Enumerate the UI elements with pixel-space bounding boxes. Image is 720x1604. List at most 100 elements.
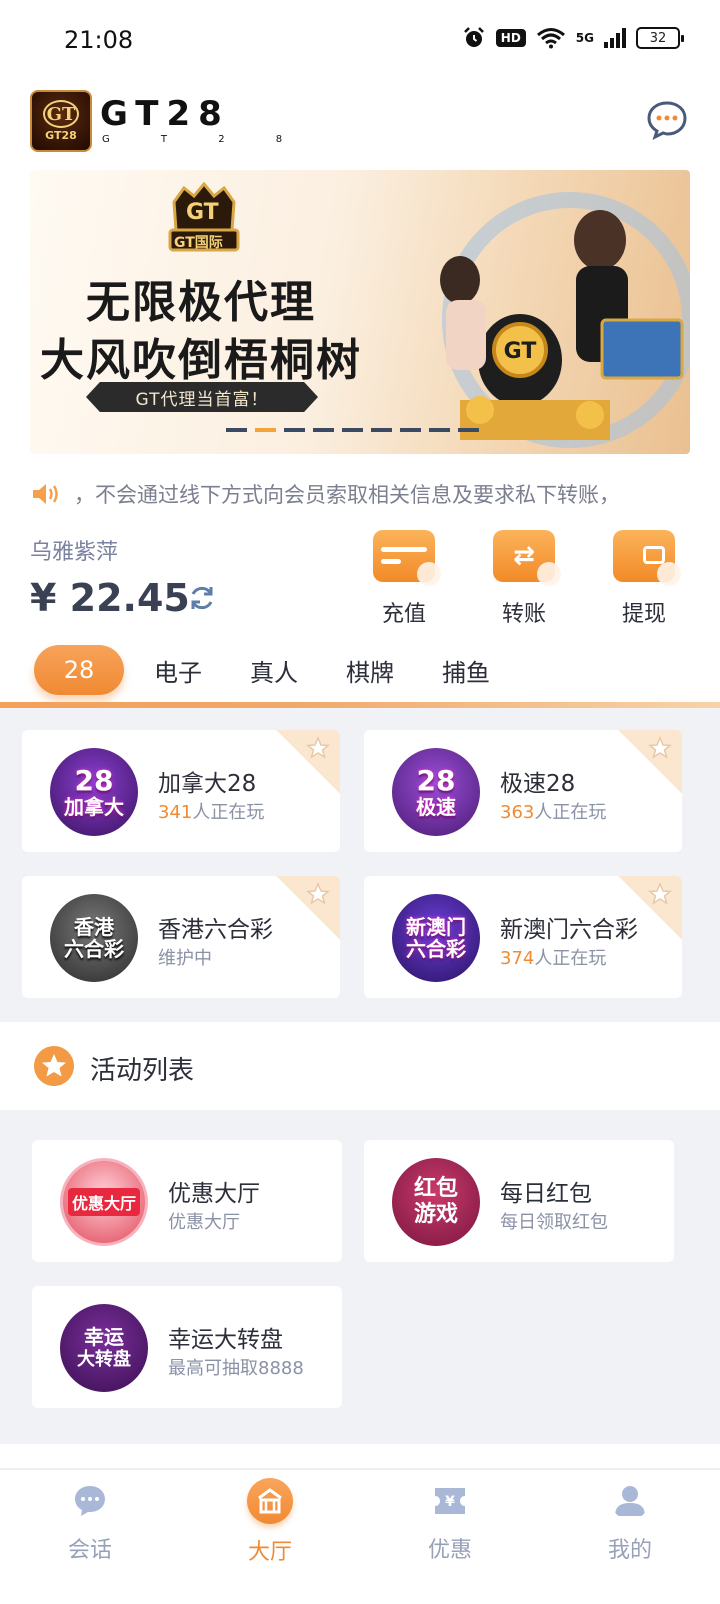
avatar-text: 红包 (413, 1176, 458, 1201)
avatar-text: 游戏 (413, 1202, 458, 1227)
nav-chat[interactable]: 会话 (0, 1470, 180, 1604)
hd-icon: HD (495, 29, 526, 47)
activity-card-red-packet[interactable]: 红包 游戏 每日红包 每日领取红包 (364, 1140, 674, 1262)
bottom-navigation: 会话 大厅 ¥ 优惠 我的 (0, 1468, 720, 1604)
avatar-text: 大转盘 (77, 1349, 131, 1370)
hall-icon (247, 1478, 293, 1524)
nav-promotions[interactable]: ¥ 优惠 (360, 1470, 540, 1604)
tab-live[interactable]: 真人 (250, 653, 298, 688)
nav-label: 我的 (607, 1538, 652, 1563)
crest-sub-text: GT国际 (174, 235, 223, 251)
nav-hall[interactable]: 大厅 (180, 1470, 360, 1604)
logo-gt: GT (43, 100, 79, 128)
game-list: 28 加拿大 加拿大28 341人正在玩 28 极速 极速28 363人正在玩 … (0, 708, 720, 1022)
avatar-text: 幸运 (84, 1325, 124, 1349)
status-icons: HD 5G 32 (462, 26, 684, 50)
banner-headline-1: 无限极代理 (86, 277, 316, 328)
player-count: 374 (500, 948, 535, 969)
banner-dot[interactable] (342, 428, 363, 432)
banner-dot[interactable] (458, 428, 479, 432)
withdraw-button[interactable]: 提现 (584, 530, 704, 628)
game-status: 维护中 (158, 948, 212, 969)
brand-subtitle: G T 2 8 (102, 134, 307, 145)
banner-illustration: GT (440, 192, 690, 448)
tab-chess-cards[interactable]: 棋牌 (346, 653, 394, 688)
activity-card-promo-hall[interactable]: 优惠大厅 优惠大厅 优惠大厅 (32, 1140, 342, 1262)
activity-avatar: 优惠大厅 (60, 1158, 148, 1246)
favorite-star-icon[interactable] (648, 882, 672, 906)
game-avatar: 28 极速 (392, 748, 480, 836)
banner-dot[interactable] (429, 428, 450, 432)
status-bar: 21:08 HD 5G 32 (0, 0, 720, 80)
player-suffix: 人正在玩 (534, 948, 607, 969)
banner-dot-active[interactable] (255, 428, 276, 432)
tab-fishing[interactable]: 捕鱼 (442, 653, 490, 688)
account-balance: ¥ 22.45 (30, 576, 190, 620)
coupon-icon: ¥ (435, 1488, 465, 1514)
activity-name: 每日红包 (500, 1181, 592, 1207)
logo-gt28: GT28 (45, 129, 77, 142)
category-tabs: 28 电子 真人 棋牌 捕鱼 (34, 644, 538, 696)
game-name: 极速28 (500, 771, 576, 797)
game-name: 香港六合彩 (158, 917, 273, 943)
banner-pagination (226, 428, 479, 432)
game-avatar: 新澳门 六合彩 (392, 894, 480, 982)
banner-dot[interactable] (284, 428, 305, 432)
alarm-icon (463, 27, 484, 47)
nav-label: 优惠 (427, 1538, 472, 1563)
svg-text:¥: ¥ (445, 1494, 455, 1510)
avatar-text: 28 (416, 764, 456, 797)
app-logo: GT GT28 (30, 90, 92, 152)
avatar-text: 优惠大厅 (67, 1188, 140, 1216)
banner-dot[interactable] (226, 428, 247, 432)
game-card-canada28[interactable]: 28 加拿大 加拿大28 341人正在玩 (22, 730, 340, 852)
wallet-actions: 充值 ⇄ 转账 提现 (344, 530, 704, 628)
account-name: 乌雅紫萍 (30, 540, 119, 565)
avatar-text: 六合彩 (64, 937, 124, 961)
favorite-star-icon[interactable] (306, 882, 330, 906)
transfer-label: 转账 (501, 602, 546, 627)
activity-name: 幸运大转盘 (168, 1327, 283, 1353)
tab-28[interactable]: 28 (34, 645, 124, 695)
avatar-text: 香港 (74, 915, 114, 939)
avatar-text: 新澳门 (406, 915, 466, 939)
banner-dot[interactable] (400, 428, 421, 432)
user-icon (615, 1486, 645, 1516)
activity-list: 优惠大厅 优惠大厅 优惠大厅 红包 游戏 每日红包 每日领取红包 幸运 大转盘 … (0, 1110, 720, 1444)
nav-profile[interactable]: 我的 (540, 1470, 720, 1604)
withdraw-label: 提现 (621, 602, 666, 627)
game-card-macau-marksix[interactable]: 新澳门 六合彩 新澳门六合彩 374人正在玩 (364, 876, 682, 998)
game-name: 加拿大28 (158, 771, 257, 797)
customer-service-icon[interactable] (646, 100, 688, 140)
clock: 21:08 (64, 26, 134, 54)
game-players: 374人正在玩 (500, 944, 606, 970)
tab-electronic[interactable]: 电子 (154, 653, 202, 688)
transfer-icon: ⇄ (493, 530, 561, 586)
favorite-star-icon[interactable] (306, 736, 330, 760)
promo-banner[interactable]: GT GT国际 无限极代理 大风吹倒梧桐树 GT代理当首富！ GT (30, 170, 690, 454)
deposit-label: 充值 (381, 602, 426, 627)
crest-gt-text: GT (186, 200, 219, 225)
app-header: GT GT28 GT28 G T 2 8 (0, 86, 720, 156)
game-players: 341人正在玩 (158, 798, 264, 824)
deposit-button[interactable]: 充值 (344, 530, 464, 628)
game-avatar: 香港 六合彩 (50, 894, 138, 982)
transfer-button[interactable]: ⇄ 转账 (464, 530, 584, 628)
refresh-icon[interactable] (186, 582, 218, 614)
speaker-icon (33, 484, 58, 504)
network-type: 5G (575, 31, 594, 45)
banner-dot[interactable] (371, 428, 392, 432)
favorite-star-icon[interactable] (648, 736, 672, 760)
banner-dot[interactable] (313, 428, 334, 432)
player-count: 363 (500, 802, 535, 823)
activity-card-lucky-wheel[interactable]: 幸运 大转盘 幸运大转盘 最高可抽取8888 (32, 1286, 342, 1408)
activity-avatar: 红包 游戏 (392, 1158, 480, 1246)
game-avatar: 28 加拿大 (50, 748, 138, 836)
game-card-speed28[interactable]: 28 极速 极速28 363人正在玩 (364, 730, 682, 852)
wallet-icon (613, 530, 681, 586)
game-card-hk-marksix[interactable]: 香港 六合彩 香港六合彩 维护中 (22, 876, 340, 998)
avatar-text: 加拿大 (64, 795, 124, 819)
banner-slogan: GT代理当首富！ (86, 382, 318, 412)
marquee-text: ，不会通过线下方式向会员索取相关信息及要求私下转账， (74, 483, 620, 507)
announcement-marquee[interactable]: ，不会通过线下方式向会员索取相关信息及要求私下转账， (30, 474, 690, 514)
